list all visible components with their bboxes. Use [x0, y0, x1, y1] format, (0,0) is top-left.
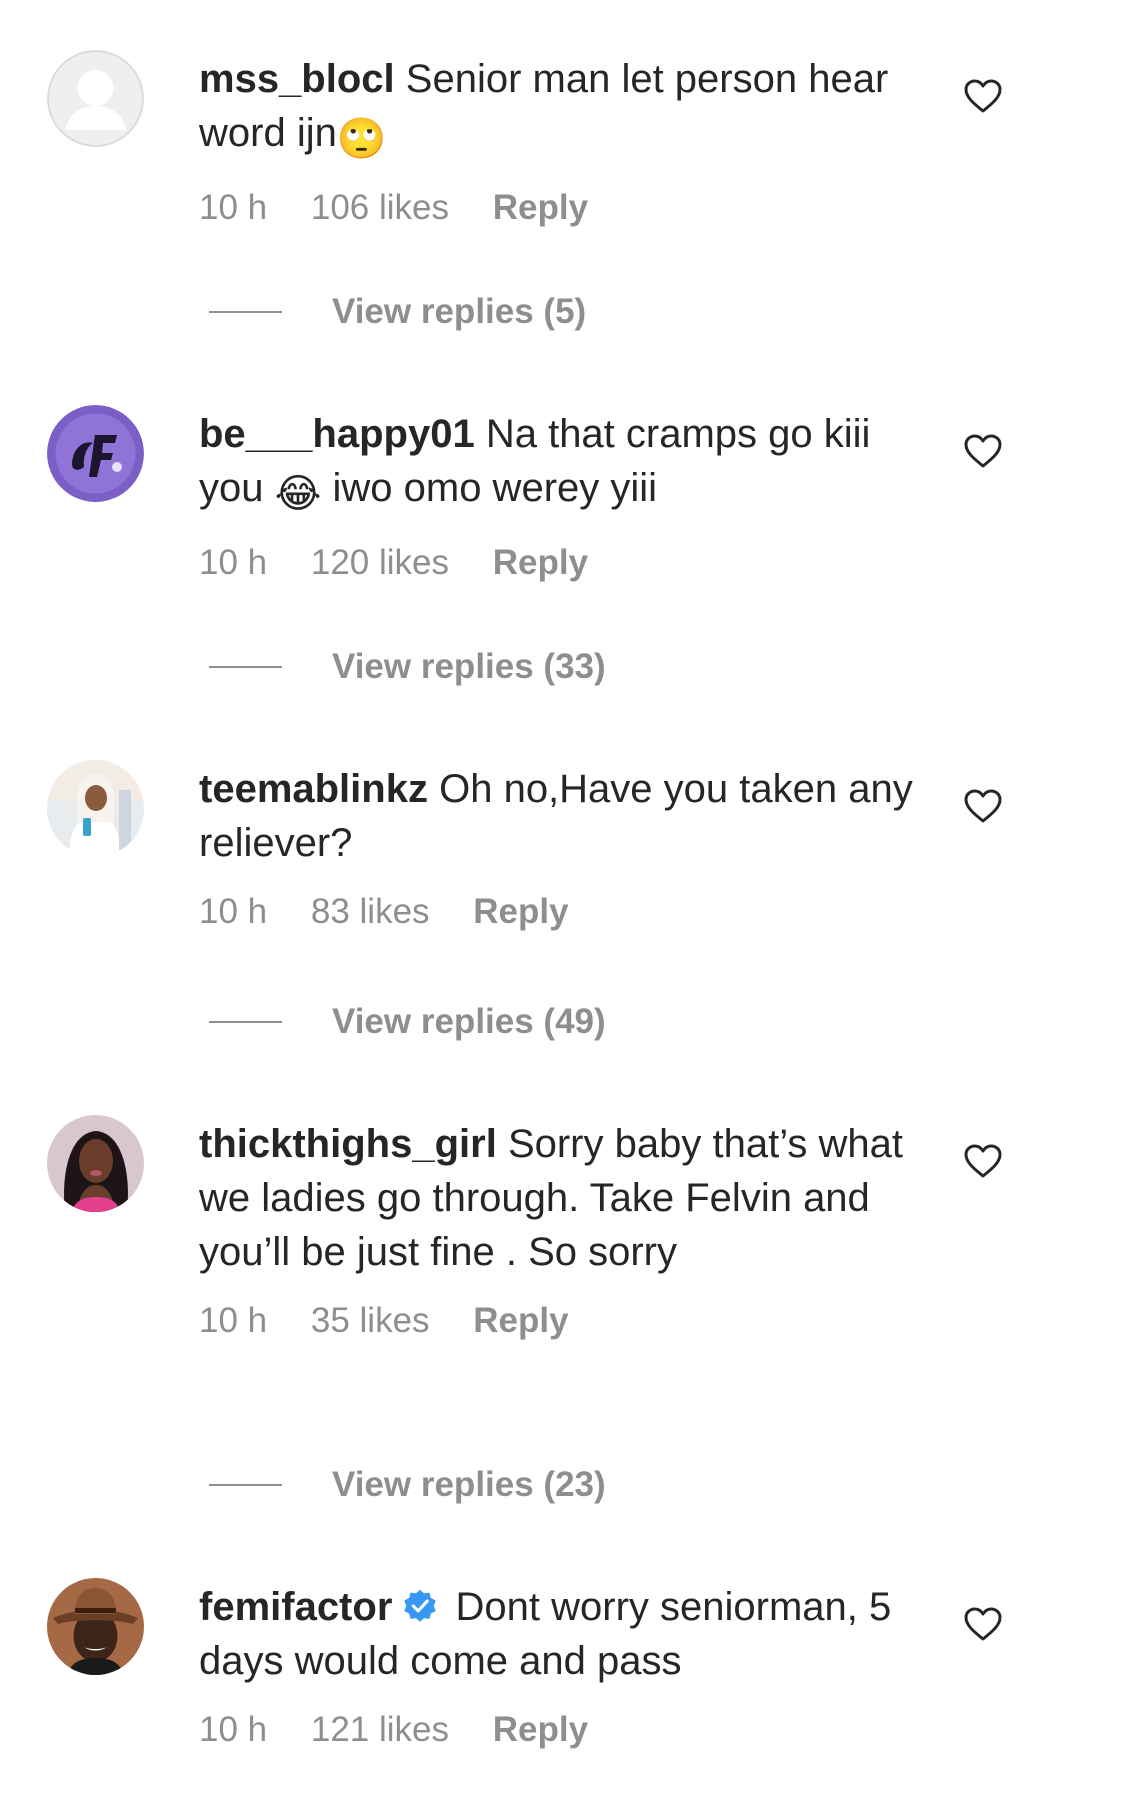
comment-meta: 10 h 120 likes Reply	[199, 541, 929, 585]
comment-time: 10 h	[199, 543, 268, 582]
comment-likes[interactable]: 106 likes	[311, 188, 449, 227]
avatar[interactable]	[47, 405, 144, 502]
comment-time: 10 h	[199, 892, 268, 931]
verified-badge-icon	[404, 1589, 437, 1622]
profile-photo-icon	[47, 760, 144, 857]
comment-meta: 10 h 106 likes Reply	[199, 186, 929, 230]
thread-line	[209, 666, 282, 668]
view-replies-button[interactable]: View replies (49)	[209, 1000, 606, 1044]
comment-meta: 10 h 83 likes Reply	[199, 890, 929, 934]
comment-time: 10 h	[199, 1301, 268, 1340]
like-button[interactable]	[963, 1606, 1003, 1642]
comment-body-part-2: iwo omo werey yiii	[332, 466, 658, 510]
comment-likes[interactable]: 35 likes	[311, 1301, 430, 1340]
comment-text: femifactor Dont worry seniorman, 5 days …	[199, 1580, 929, 1688]
view-replies-label: View replies (49)	[332, 1002, 606, 1041]
reply-button[interactable]: Reply	[493, 1710, 588, 1749]
comment-username[interactable]: thickthighs_girl	[199, 1122, 497, 1166]
comment-username[interactable]: mss_blocl	[199, 57, 395, 101]
avatar[interactable]	[47, 50, 144, 147]
thread-line	[209, 311, 282, 313]
heart-outline-icon	[964, 434, 1002, 468]
eye-roll-emoji-icon: 🙄	[336, 117, 387, 161]
comment-username[interactable]: teemablinkz	[199, 767, 428, 811]
thread-line	[209, 1484, 282, 1486]
like-button[interactable]	[963, 788, 1003, 824]
comment-likes[interactable]: 121 likes	[311, 1710, 449, 1749]
reply-button[interactable]: Reply	[473, 892, 568, 931]
view-replies-label: View replies (5)	[332, 292, 587, 331]
comment-time: 10 h	[199, 188, 268, 227]
thread-line	[209, 1021, 282, 1023]
comment-text: thickthighs_girl Sorry baby that’s what …	[199, 1117, 929, 1279]
heart-outline-icon	[964, 1144, 1002, 1178]
reply-button[interactable]: Reply	[493, 543, 588, 582]
profile-photo-icon	[47, 1115, 144, 1212]
comment-likes[interactable]: 120 likes	[311, 543, 449, 582]
comment-meta: 10 h 121 likes Reply	[199, 1708, 929, 1752]
logo-avatar-icon	[47, 405, 144, 502]
reply-button[interactable]: Reply	[493, 188, 588, 227]
comment-username[interactable]: be___happy01	[199, 412, 475, 456]
heart-outline-icon	[964, 789, 1002, 823]
laughing-emoji-icon: 😂	[274, 472, 322, 516]
comment-text: teemablinkz Oh no,Have you taken any rel…	[199, 762, 929, 870]
comment-text: be___happy01 Na that cramps go kiii you …	[199, 407, 929, 521]
comment-likes[interactable]: 83 likes	[311, 892, 430, 931]
view-replies-label: View replies (23)	[332, 1465, 606, 1504]
comment-time: 10 h	[199, 1710, 268, 1749]
view-replies-button[interactable]: View replies (23)	[209, 1463, 606, 1507]
comment-text: mss_blocl Senior man let person hear wor…	[199, 52, 929, 166]
avatar[interactable]	[47, 1578, 144, 1675]
view-replies-button[interactable]: View replies (33)	[209, 645, 606, 689]
heart-outline-icon	[964, 79, 1002, 113]
reply-button[interactable]: Reply	[473, 1301, 568, 1340]
avatar[interactable]	[47, 1115, 144, 1212]
like-button[interactable]	[963, 433, 1003, 469]
view-replies-button[interactable]: View replies (5)	[209, 290, 586, 334]
comment-username[interactable]: femifactor	[199, 1585, 392, 1629]
comment-meta: 10 h 35 likes Reply	[199, 1299, 929, 1343]
view-replies-label: View replies (33)	[332, 647, 606, 686]
profile-photo-icon	[47, 1578, 144, 1675]
like-button[interactable]	[963, 1143, 1003, 1179]
avatar[interactable]	[47, 760, 144, 857]
heart-outline-icon	[964, 1607, 1002, 1641]
like-button[interactable]	[963, 78, 1003, 114]
default-avatar-icon	[47, 50, 144, 147]
